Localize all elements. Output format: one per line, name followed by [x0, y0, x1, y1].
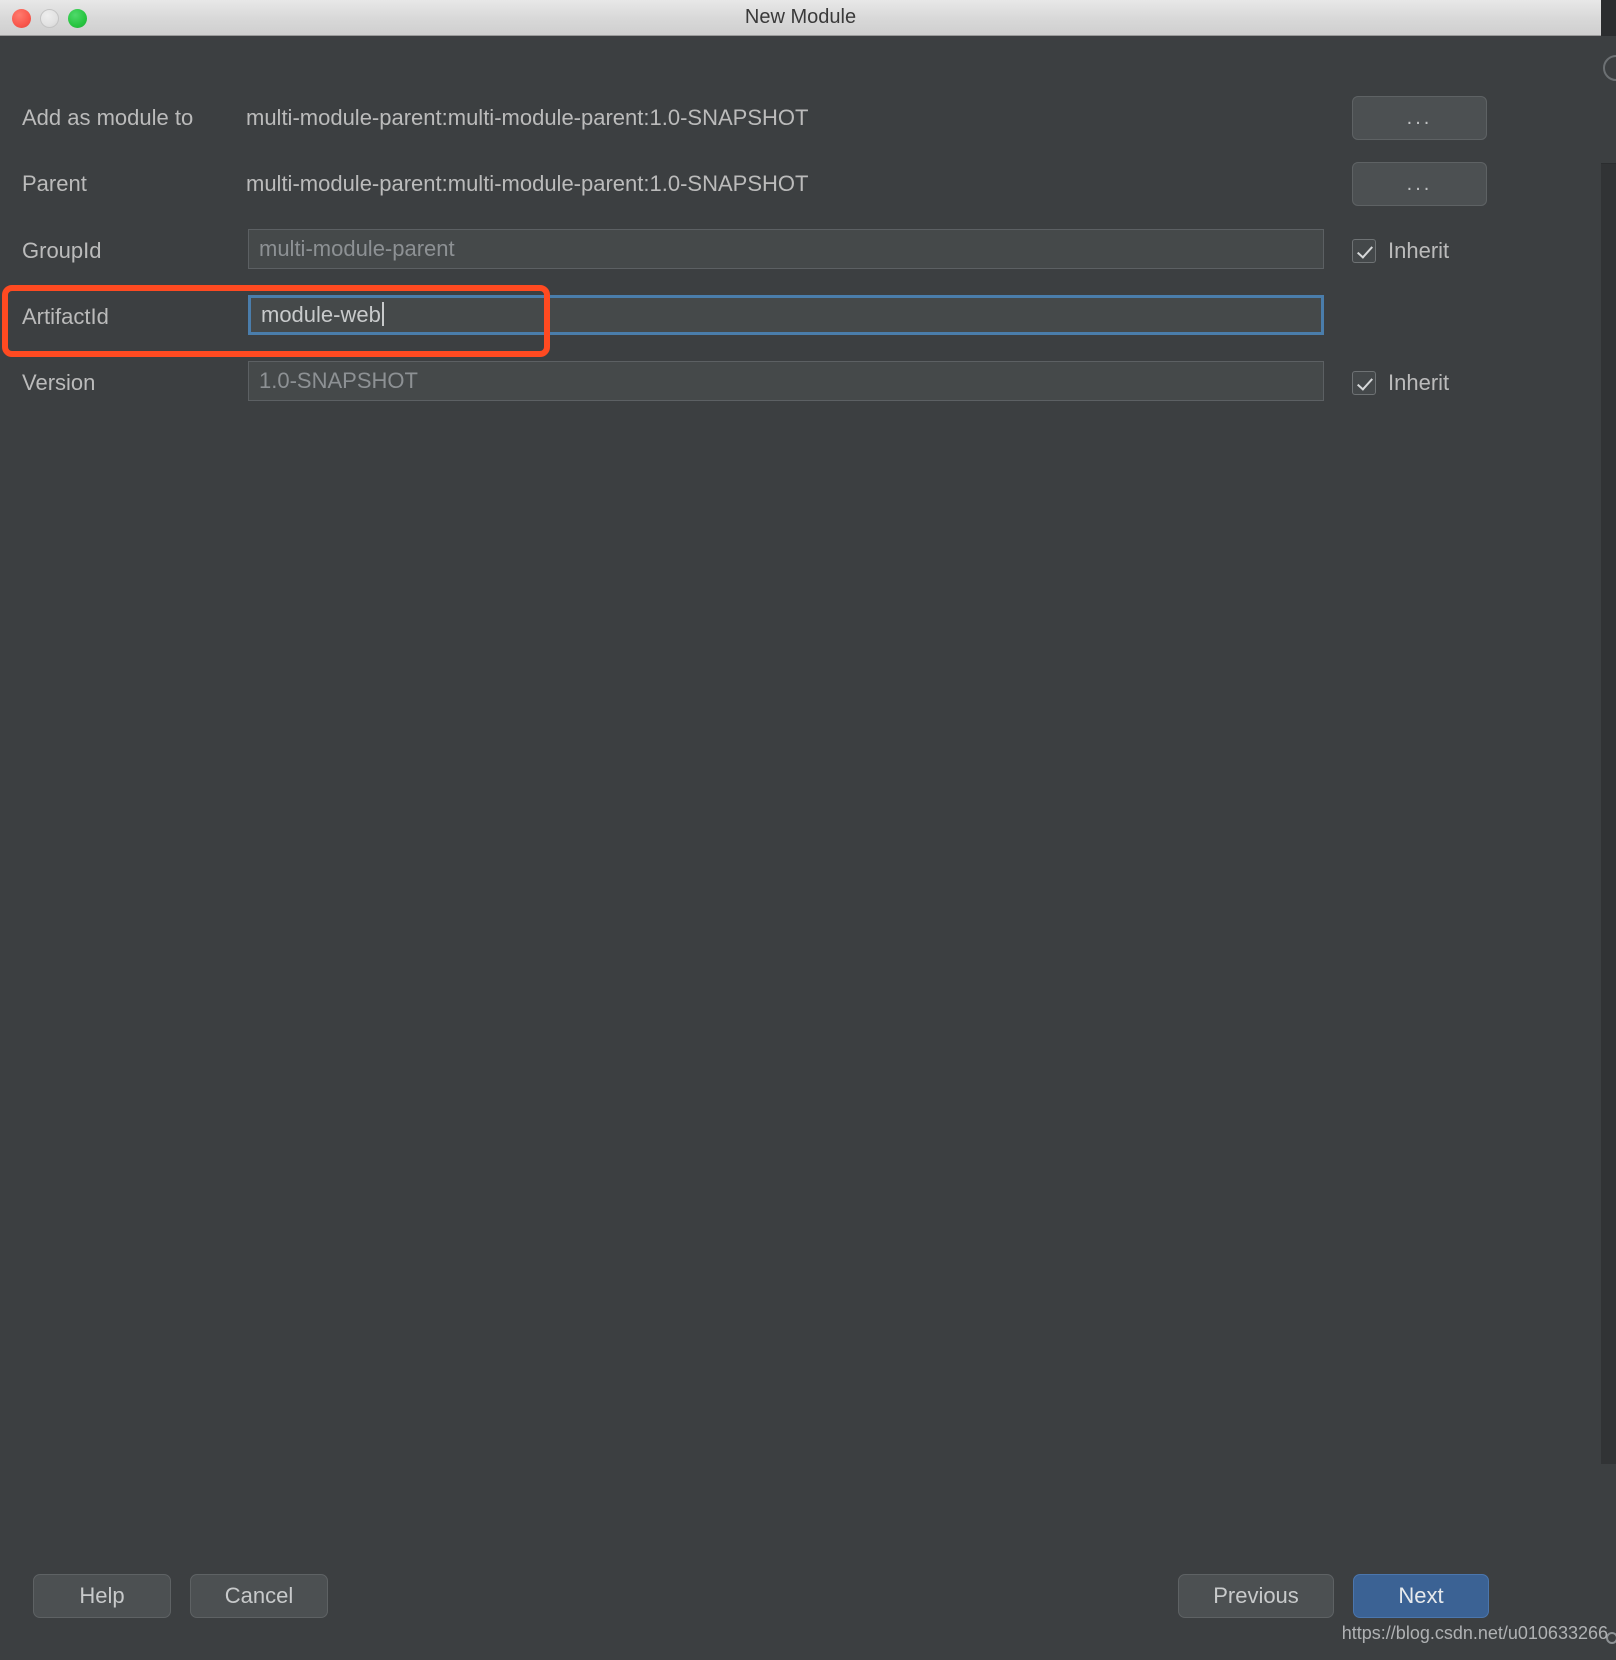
dialog-content: Add as module to multi-module-parent:mul…: [0, 36, 1601, 1660]
row-parent: Parent multi-module-parent:multi-module-…: [0, 162, 1601, 206]
version-inherit-label: Inherit: [1388, 370, 1449, 396]
label-groupid: GroupId: [22, 229, 102, 273]
background-panel-middle: [1601, 164, 1616, 1464]
groupid-input[interactable]: multi-module-parent: [248, 229, 1324, 269]
text-caret: [382, 302, 384, 326]
window-title: New Module: [0, 0, 1601, 35]
version-input[interactable]: 1.0-SNAPSHOT: [248, 361, 1324, 401]
artifactid-input[interactable]: module-web: [248, 295, 1324, 335]
row-add-as-module-to: Add as module to multi-module-parent:mul…: [0, 96, 1601, 140]
label-artifactid: ArtifactId: [22, 295, 109, 339]
row-artifactid: ArtifactId module-web: [0, 295, 1601, 339]
previous-button[interactable]: Previous: [1178, 1574, 1334, 1618]
value-parent: multi-module-parent:multi-module-parent:…: [246, 162, 808, 206]
row-version: Version 1.0-SNAPSHOT Inherit: [0, 361, 1601, 405]
label-add-as-module-to: Add as module to: [22, 96, 193, 140]
label-version: Version: [22, 361, 95, 405]
dialog-footer: Help Cancel Previous Next: [0, 1554, 1601, 1660]
groupid-inherit-group[interactable]: Inherit: [1352, 229, 1449, 273]
value-add-as-module-to: multi-module-parent:multi-module-parent:…: [246, 96, 808, 140]
new-module-dialog: New Module Add as module to multi-module…: [0, 0, 1601, 1660]
cancel-button[interactable]: Cancel: [190, 1574, 328, 1618]
help-button[interactable]: Help: [33, 1574, 171, 1618]
browse-add-as-module-to-button[interactable]: ...: [1352, 96, 1487, 140]
version-inherit-checkbox[interactable]: [1352, 371, 1376, 395]
groupid-inherit-checkbox[interactable]: [1352, 239, 1376, 263]
version-inherit-group[interactable]: Inherit: [1352, 361, 1449, 405]
groupid-inherit-label: Inherit: [1388, 238, 1449, 264]
browse-parent-button[interactable]: ...: [1352, 162, 1487, 206]
row-groupid: GroupId multi-module-parent Inherit: [0, 229, 1601, 273]
title-bar: New Module: [0, 0, 1601, 36]
artifactid-input-value: module-web: [261, 302, 381, 327]
label-parent: Parent: [22, 162, 87, 206]
watermark-text: https://blog.csdn.net/u010633266: [1342, 1623, 1608, 1644]
next-button[interactable]: Next: [1353, 1574, 1489, 1618]
